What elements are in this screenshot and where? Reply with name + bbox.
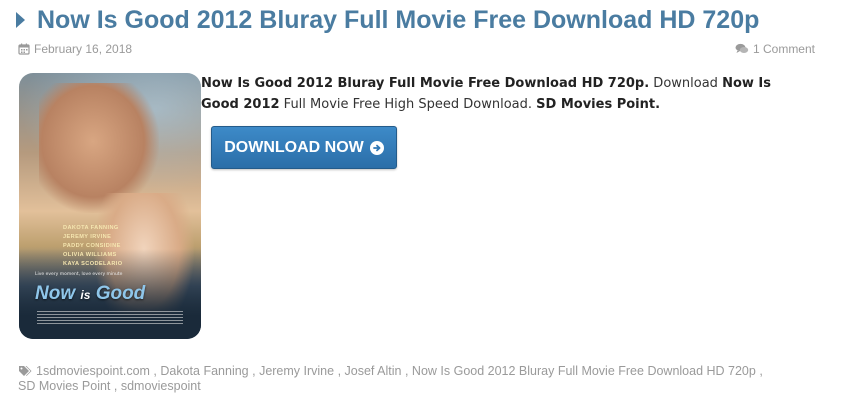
poster-logo-is: is — [80, 288, 91, 302]
comments-icon — [735, 43, 749, 53]
tags-icon — [19, 366, 32, 376]
post-tags: 1sdmoviespoint.com , Dakota Fanning , Je… — [18, 364, 763, 393]
arrow-circle-right-icon — [369, 140, 384, 155]
post-date: February 16, 2018 — [18, 42, 132, 56]
poster-cast-name: OLIVIA WILLIAMS — [63, 252, 117, 258]
post-date-text: February 16, 2018 — [34, 42, 133, 56]
download-now-label: DOWNLOAD NOW — [224, 138, 364, 156]
post-comments[interactable]: 1 Comment — [735, 42, 815, 56]
tag-link[interactable]: sdmoviespoint — [121, 379, 201, 393]
download-now-button[interactable]: DOWNLOAD NOW — [211, 126, 397, 169]
post-title-link[interactable]: Now Is Good 2012 Bluray Full Movie Free … — [37, 4, 759, 36]
movie-poster: DAKOTA FANNING JEREMY IRVINE PADDY CONSI… — [19, 73, 201, 339]
tag-link[interactable]: Dakota Fanning — [160, 364, 248, 378]
poster-logo-now: Now — [35, 283, 76, 304]
post-description: Now Is Good 2012 Bluray Full Movie Free … — [201, 73, 801, 115]
calendar-icon — [18, 43, 30, 55]
post-title: Now Is Good 2012 Bluray Full Movie Free … — [16, 4, 759, 36]
comments-link[interactable]: 1 Comment — [753, 42, 815, 56]
tag-link[interactable]: SD Movies Point — [18, 379, 110, 393]
poster-cast-name: KAYA SCODELARIO — [63, 261, 123, 267]
tag-link[interactable]: Now Is Good 2012 Bluray Full Movie Free … — [412, 364, 756, 378]
poster-cast-name: PADDY CONSIDINE — [63, 243, 121, 249]
poster-cast-list: DAKOTA FANNING JEREMY IRVINE PADDY CONSI… — [63, 224, 183, 269]
tag-link[interactable]: Josef Altin — [345, 364, 402, 378]
description-bold-title: Now Is Good 2012 Bluray Full Movie Free … — [201, 76, 650, 91]
poster-cast-name: DAKOTA FANNING — [63, 225, 119, 231]
description-text: Download — [649, 76, 723, 91]
poster-logo: Now is Good — [35, 283, 145, 305]
poster-cast-name: JEREMY IRVINE — [63, 234, 112, 240]
poster-logo-good: Good — [95, 283, 146, 304]
post-meta: February 16, 2018 1 Comment — [18, 42, 815, 56]
tag-link[interactable]: 1sdmoviespoint.com — [36, 364, 150, 378]
tag-link[interactable]: Jeremy Irvine — [259, 364, 334, 378]
poster-credits-block — [37, 311, 183, 325]
description-text: Full Movie Free High Speed Download. — [279, 97, 537, 112]
description-bold-site: SD Movies Point. — [536, 97, 661, 112]
caret-right-icon — [16, 12, 25, 28]
poster-tagline: Live every moment, love every minute — [35, 272, 123, 277]
